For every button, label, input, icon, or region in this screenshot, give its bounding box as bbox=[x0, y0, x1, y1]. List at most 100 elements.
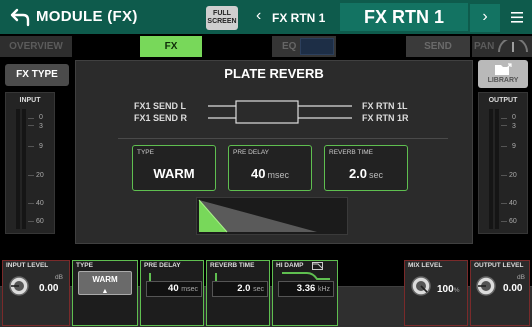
bottom-hi-damp-caption: HI DAMP bbox=[276, 262, 304, 269]
back-arrow-icon[interactable] bbox=[10, 7, 30, 27]
folder-icon bbox=[495, 63, 512, 75]
eq-thumbnail bbox=[300, 38, 334, 55]
bottom-reverb-time-value: 2.0 bbox=[237, 283, 251, 294]
tick bbox=[501, 221, 507, 222]
hi-damp-curve bbox=[282, 272, 330, 280]
output-level-knob[interactable]: OUTPUT LEVEL dB 0.00 bbox=[470, 260, 530, 326]
bottom-pre-delay-caption: PRE DELAY bbox=[144, 262, 181, 269]
mix-level-caption: MIX LEVEL bbox=[408, 262, 443, 269]
bottom-type-value: WARM bbox=[92, 275, 118, 284]
tick bbox=[28, 221, 34, 222]
scale-label: 40 bbox=[36, 200, 44, 207]
type-param[interactable]: TYPE WARM bbox=[132, 145, 216, 191]
hi-damp-readout: 3.36 kHz bbox=[278, 281, 334, 297]
output-level-db: dB bbox=[517, 274, 525, 281]
knob-icon bbox=[9, 276, 29, 296]
mix-level-value: 100 bbox=[437, 284, 454, 295]
tab-overview[interactable]: OVERVIEW bbox=[0, 36, 72, 57]
menu-icon[interactable] bbox=[507, 7, 527, 27]
output-meter: OUTPUT 0 3 9 20 40 60 bbox=[478, 92, 528, 234]
bottom-pre-delay-unit: msec bbox=[181, 286, 198, 293]
full-screen-label-1: FULL bbox=[213, 9, 231, 17]
signal-flow-diagram bbox=[208, 100, 352, 124]
tab-send[interactable]: SEND bbox=[406, 36, 470, 57]
type-selector[interactable]: WARM ▲ bbox=[78, 271, 132, 295]
scale-label: 60 bbox=[509, 218, 517, 225]
output-level-caption: OUTPUT LEVEL bbox=[474, 262, 524, 269]
bottom-reverb-time-slot[interactable]: REVERB TIME 2.0 sec bbox=[206, 260, 270, 326]
bottom-hi-damp-slot[interactable]: HI DAMP 3.36 kHz bbox=[272, 260, 338, 326]
knob-icon bbox=[411, 276, 431, 296]
header-bar: MODULE (FX) FULL SCREEN ‹ FX RTN 1 FX RT… bbox=[0, 0, 532, 34]
tick bbox=[501, 203, 507, 204]
mix-level-unit: % bbox=[453, 287, 460, 294]
full-screen-label-2: SCREEN bbox=[207, 18, 237, 25]
mix-level-display: 100% bbox=[437, 284, 459, 295]
input-meter-label: INPUT bbox=[19, 97, 41, 104]
mix-level-knob[interactable]: MIX LEVEL 100% bbox=[404, 260, 468, 326]
reverb-time-unit: sec bbox=[369, 170, 384, 180]
tick bbox=[501, 175, 507, 176]
fx-type-button[interactable]: FX TYPE bbox=[5, 64, 69, 86]
tab-fx[interactable]: FX bbox=[140, 36, 202, 57]
effect-panel: PLATE REVERB FX1 SEND L FX1 SEND R FX RT… bbox=[75, 60, 473, 244]
knob-icon bbox=[476, 276, 496, 296]
scale-label: 3 bbox=[39, 123, 43, 130]
page-title: MODULE (FX) bbox=[36, 8, 138, 25]
bottom-type-slot[interactable]: TYPE WARM ▲ bbox=[72, 260, 138, 326]
bottom-pre-delay-value: 40 bbox=[168, 283, 179, 294]
pre-delay-display: 40 msec bbox=[229, 166, 311, 181]
decay-curve bbox=[198, 199, 317, 233]
up-arrow-icon: ▲ bbox=[101, 288, 109, 295]
bottom-pre-delay-slot[interactable]: PRE DELAY 40 msec bbox=[140, 260, 204, 326]
tick bbox=[28, 118, 34, 119]
bottom-hi-damp-value: 3.36 bbox=[296, 283, 316, 294]
tick bbox=[28, 125, 34, 126]
scale-label: 20 bbox=[509, 172, 517, 179]
output-meter-bar-l bbox=[489, 109, 493, 229]
chevron-left-icon: ‹ bbox=[256, 7, 262, 24]
tick bbox=[501, 146, 507, 147]
pan-indicator-icon bbox=[498, 40, 528, 53]
full-screen-button[interactable]: FULL SCREEN bbox=[206, 6, 238, 30]
type-value: WARM bbox=[153, 166, 195, 181]
reverb-time-param[interactable]: REVERB TIME 2.0 sec bbox=[324, 145, 408, 191]
previous-channel-label: FX RTN 1 bbox=[272, 11, 326, 25]
tick bbox=[28, 203, 34, 204]
reverb-decay-graph bbox=[196, 197, 348, 235]
pre-delay-param[interactable]: PRE DELAY 40 msec bbox=[228, 145, 312, 191]
input-level-knob[interactable]: INPUT LEVEL dB 0.00 bbox=[2, 260, 70, 326]
reverb-time-value: 2.0 bbox=[348, 166, 368, 181]
send-l-label: FX1 SEND L bbox=[134, 101, 187, 111]
return-r-label: FX RTN 1R bbox=[362, 113, 409, 123]
previous-channel-button[interactable]: ‹ FX RTN 1 bbox=[246, 4, 334, 32]
scale-label: 20 bbox=[36, 172, 44, 179]
next-channel-button[interactable]: › bbox=[470, 4, 500, 32]
input-level-db: dB bbox=[55, 274, 63, 281]
scale-label: 60 bbox=[36, 218, 44, 225]
chevron-right-icon: › bbox=[482, 8, 488, 25]
library-button[interactable]: LIBRARY bbox=[478, 60, 528, 88]
type-caption: TYPE bbox=[137, 149, 154, 156]
bottom-reverb-time-unit: sec bbox=[253, 286, 264, 293]
input-level-caption: INPUT LEVEL bbox=[6, 262, 49, 269]
send-r-label: FX1 SEND R bbox=[134, 113, 188, 123]
tick bbox=[501, 125, 507, 126]
reverb-time-caption: REVERB TIME bbox=[329, 149, 373, 156]
scale-label: 3 bbox=[512, 123, 516, 130]
input-meter-bar-r bbox=[22, 109, 26, 229]
pre-delay-unit: msec bbox=[267, 170, 289, 180]
output-meter-bar-r bbox=[495, 109, 499, 229]
pre-delay-readout: 40 msec bbox=[146, 281, 202, 297]
return-l-label: FX RTN 1L bbox=[362, 101, 408, 111]
output-level-value: 0.00 bbox=[503, 283, 523, 294]
divider bbox=[118, 138, 448, 139]
pre-delay-caption: PRE DELAY bbox=[233, 149, 270, 156]
scale-label: 9 bbox=[512, 143, 516, 150]
tick bbox=[28, 146, 34, 147]
scale-label: 0 bbox=[39, 114, 43, 121]
output-meter-label: OUTPUT bbox=[488, 97, 518, 104]
input-meter-bar-l bbox=[16, 109, 20, 229]
scale-label: 0 bbox=[512, 114, 516, 121]
tick bbox=[28, 175, 34, 176]
